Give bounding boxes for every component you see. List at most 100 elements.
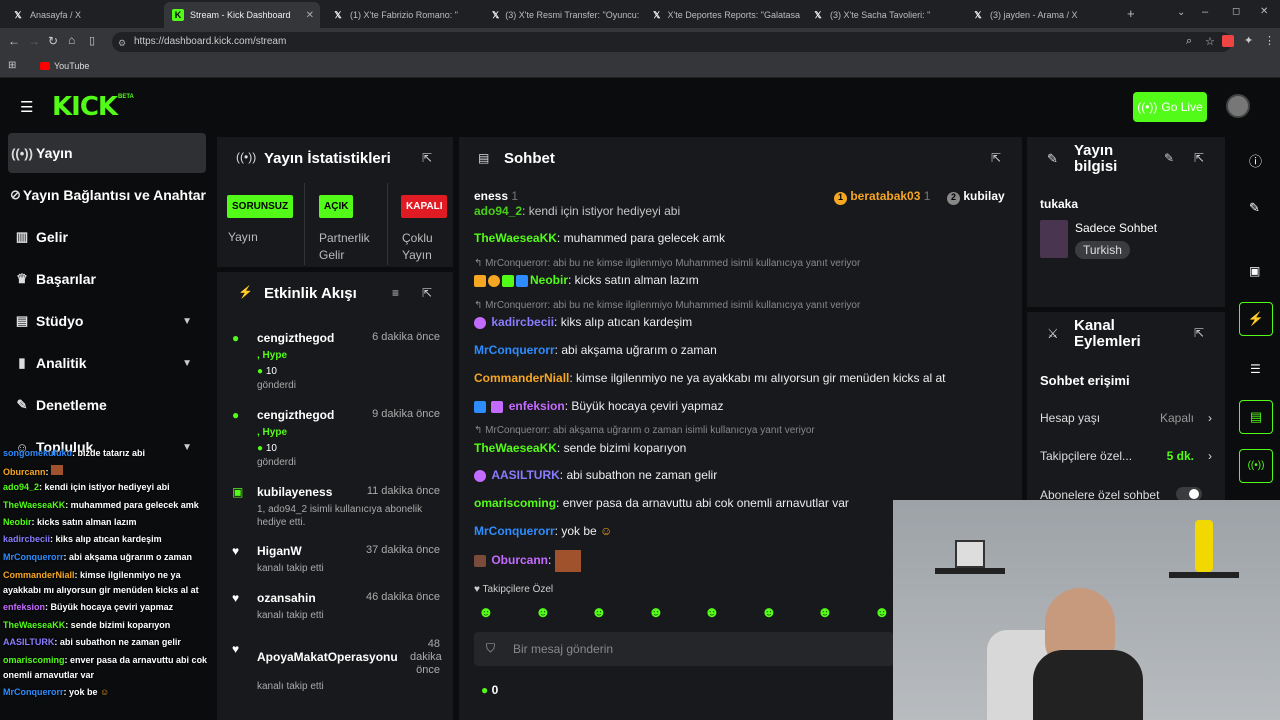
extensions-puzzle-icon[interactable]: ✦ [1244,34,1253,47]
menu-dots-icon[interactable]: ⋮ [1264,34,1275,47]
chat-message: AASILTURK: abi subathon ne zaman gelir [474,468,717,482]
chat-message: omariscoming: enver pasa da arnavuttu ab… [474,496,849,510]
kicks-balance[interactable]: ● 0 [481,683,498,697]
stream-title: tukaka [1040,197,1079,211]
info-icon[interactable]: ⓘ [1249,151,1262,170]
account-age-row[interactable]: Hesap yaşı Kapalı › [1040,411,1216,425]
kicks-icon: ● [481,683,489,697]
avatar[interactable] [1226,94,1250,118]
beta-badge: BETA [118,94,134,100]
activity-item: ● cengizthegod 6 dakika önce , Hype ● 10… [232,331,440,391]
forward-icon[interactable]: → [28,34,40,48]
browser-tab[interactable]: 𝕏 (1) X'te Fabrizio Romano: " [324,4,480,26]
stat-label: Çoklu Yayın [402,231,433,262]
star-icon[interactable]: ☆ [1205,35,1215,48]
edit-pencil-icon[interactable]: ✎ [1164,151,1174,165]
popout-icon[interactable]: ⇱ [422,151,432,165]
sidebar-item-analitik[interactable]: ▮ Analitik ▼ [8,343,206,383]
back-icon[interactable]: ← [8,34,20,48]
url-input[interactable]: https://dashboard.kick.com/stream [112,32,1232,52]
filter-icon[interactable]: ≡ [392,286,399,300]
browser-tab[interactable]: 𝕏 X'te Deportes Reports: "Galatasa [644,4,800,26]
emote-icon[interactable]: ☻ [704,604,720,621]
home-icon[interactable]: ⌂ [68,33,75,47]
chat-input[interactable]: ⛉ Bir mesaj gönderin [474,632,894,666]
close-tab-icon[interactable]: ✕ [306,10,314,21]
kick-logo[interactable]: KICK [52,92,118,122]
browser-tab[interactable]: 𝕏 (3) X'te Sacha Tavolieri: " [804,4,960,26]
chat-message: TheWaeseaKK: muhammed para gelecek amk [474,231,725,245]
shield-icon: ⛉ [486,641,496,655]
kick-coin-icon: ● [232,331,240,345]
bank-icon: ▥ [15,229,29,244]
category-name[interactable]: Sadece Sohbet [1075,221,1157,235]
badge-icon [516,274,528,287]
zoom-icon[interactable]: ⌕ [1186,35,1192,48]
status-badge: AÇIK [319,195,354,218]
emote-icon[interactable]: ☻ [535,604,551,621]
popout-icon[interactable]: ⇱ [991,151,1001,165]
new-tab-icon[interactable]: + [1127,6,1135,21]
site-settings-icon[interactable]: ⚙ [118,38,126,49]
heart-icon: ♥ [474,584,483,595]
browser-tab[interactable]: 𝕏 (3) X'te Resmi Transfer: "Oyuncu: Ej [484,4,640,26]
emote-icon[interactable]: ☻ [591,604,607,621]
emote-icon[interactable]: ☻ [874,604,890,621]
sidebar-item-yayin[interactable]: ((•)) Yayın [8,133,206,173]
chat-message: CommanderNiall: kimse ilgilenmiyo ne ya … [474,371,946,385]
lightning-icon: ⚡ [238,285,253,299]
browser-tab-active[interactable]: K Stream - Kick Dashboard ✕ [164,2,320,28]
minimize-icon[interactable]: – [1202,6,1208,18]
emote-icon[interactable]: ☻ [761,604,777,621]
status-badge: KAPALI [401,195,448,218]
hamburger-menu-icon[interactable]: ☰ [20,98,33,116]
kicks-icon: ● [257,366,264,377]
sidebar-item-gelir[interactable]: ▥ Gelir [8,217,206,257]
badge-icon [491,400,504,413]
chat-message: kadircbecii: kiks alıp atıcan kardeşim [474,315,692,329]
trophy-icon: ♛ [16,271,28,286]
emote-image [554,550,581,572]
chat-message: enfeksion: Büyük hocaya çeviri yapmaz [474,399,723,413]
sidebar-item-stream-key[interactable]: ⊘ Yayın Bağlantısı ve Anahtar [8,175,206,215]
popout-icon[interactable]: ⇱ [1194,326,1204,340]
extension-icon[interactable] [1222,35,1234,47]
pencil-icon[interactable]: ✎ [1249,200,1260,216]
go-live-button[interactable]: ((•)) Go Live [1133,92,1207,122]
subscribers-only-toggle[interactable] [1176,487,1202,501]
top-gifter-2[interactable]: 2 kubilay [947,189,1005,205]
bookmark-youtube[interactable]: YouTube [54,61,89,71]
popout-icon[interactable]: ⇱ [422,286,432,300]
browser-tab[interactable]: 𝕏 Anasayfa / X [4,4,164,26]
emote-icon[interactable]: ☻ [648,604,664,621]
badge-icon [474,469,486,482]
emote-icon[interactable]: ☻ [817,604,833,621]
popout-icon[interactable]: ⇱ [1194,151,1204,165]
lightning-icon[interactable]: ⚡ [1239,302,1273,336]
maximize-icon[interactable]: ◻ [1232,6,1240,17]
chat-message: MrConquerorr: abi akşama uğrarım o zaman [474,343,717,357]
reload-icon[interactable]: ↻ [48,34,58,48]
player-icon[interactable]: ▣ [1249,264,1260,278]
chat-message: TheWaeseaKK: sende bizimi koparıyon [474,441,687,455]
sidebar-item-basarilar[interactable]: ♛ Başarılar [8,259,206,299]
apps-grid-icon[interactable]: ⊞ [8,60,16,71]
chat-message: ado94_2: kendi için istiyor hediyeyi abi [474,204,681,218]
activity-item: ● cengizthegod 9 dakika önce , Hype ● 10… [232,408,440,468]
chevron-down-icon[interactable]: ⌄ [1177,7,1185,18]
followers-only-row[interactable]: Takipçilere özel... 5 dk. › [1040,449,1216,463]
sidebar-item-denetleme[interactable]: ✎ Denetleme [8,385,206,425]
list-icon[interactable]: ☰ [1250,362,1261,376]
reply-arrow-icon: ↰ [474,300,486,311]
bookmark-icon[interactable]: ▯ [89,34,95,47]
stream-stats-title: Yayın İstatistikleri [264,150,391,167]
divider [304,183,305,265]
chat-icon[interactable]: ▤ [1239,400,1273,434]
close-window-icon[interactable]: ✕ [1260,6,1268,17]
top-gifter-1[interactable]: 1 beratabak03 1 [834,189,930,205]
emote-icon[interactable]: ☻ [478,604,494,621]
browser-tab[interactable]: 𝕏 (3) jayden - Arama / X [964,4,1120,26]
broadcast-icon[interactable]: ((•)) [1239,449,1273,483]
sidebar-item-studyo[interactable]: ▤ Stüdyo ▼ [8,301,206,341]
emote-icon: ☺ [600,524,613,538]
